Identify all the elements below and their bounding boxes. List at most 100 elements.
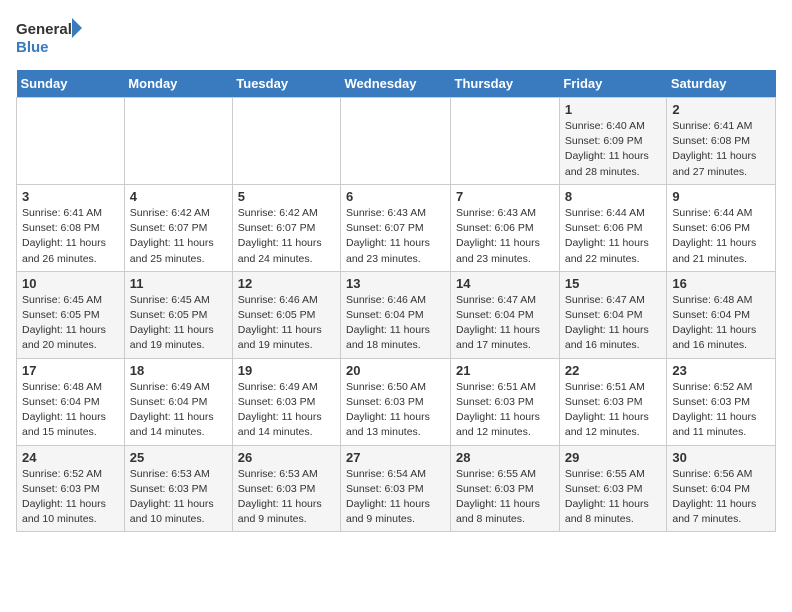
calendar-day-cell: 10 Sunrise: 6:45 AM Sunset: 6:05 PM Dayli… [17, 271, 125, 358]
day-info: Sunrise: 6:44 AM Sunset: 6:06 PM Dayligh… [565, 206, 662, 267]
calendar-day-cell: 18 Sunrise: 6:49 AM Sunset: 6:04 PM Dayli… [124, 358, 232, 445]
day-number: 16 [672, 276, 770, 291]
day-number: 5 [238, 189, 335, 204]
calendar-day-cell: 4 Sunrise: 6:42 AM Sunset: 6:07 PM Daylig… [124, 184, 232, 271]
calendar-day-cell: 9 Sunrise: 6:44 AM Sunset: 6:06 PM Daylig… [667, 184, 776, 271]
calendar-day-cell: 8 Sunrise: 6:44 AM Sunset: 6:06 PM Daylig… [559, 184, 667, 271]
day-number: 22 [565, 363, 662, 378]
day-info: Sunrise: 6:50 AM Sunset: 6:03 PM Dayligh… [346, 380, 445, 441]
day-number: 6 [346, 189, 445, 204]
day-info: Sunrise: 6:53 AM Sunset: 6:03 PM Dayligh… [238, 467, 335, 528]
calendar-day-cell: 2Sunrise: 6:41 AM Sunset: 6:08 PM Daylig… [667, 98, 776, 185]
day-number: 26 [238, 450, 335, 465]
calendar-week-row: 3 Sunrise: 6:41 AM Sunset: 6:08 PM Daylig… [17, 184, 776, 271]
day-number: 15 [565, 276, 662, 291]
day-info: Sunrise: 6:54 AM Sunset: 6:03 PM Dayligh… [346, 467, 445, 528]
day-info: Sunrise: 6:45 AM Sunset: 6:05 PM Dayligh… [130, 293, 227, 354]
day-info: Sunrise: 6:47 AM Sunset: 6:04 PM Dayligh… [456, 293, 554, 354]
calendar-day-cell: 27 Sunrise: 6:54 AM Sunset: 6:03 PM Dayli… [341, 445, 451, 532]
svg-text:General: General [16, 21, 72, 38]
weekday-header: Wednesday [341, 70, 451, 98]
calendar-day-cell: 16 Sunrise: 6:48 AM Sunset: 6:04 PM Dayli… [667, 271, 776, 358]
day-info: Sunrise: 6:55 AM Sunset: 6:03 PM Dayligh… [456, 467, 554, 528]
day-info: Sunrise: 6:53 AM Sunset: 6:03 PM Dayligh… [130, 467, 227, 528]
day-info: Sunrise: 6:52 AM Sunset: 6:03 PM Dayligh… [22, 467, 119, 528]
calendar-day-cell: 11Sunrise: 6:45 AM Sunset: 6:05 PM Dayli… [124, 271, 232, 358]
calendar-day-cell [341, 98, 451, 185]
day-number: 21 [456, 363, 554, 378]
calendar-day-cell: 20 Sunrise: 6:50 AM Sunset: 6:03 PM Dayli… [341, 358, 451, 445]
day-number: 24 [22, 450, 119, 465]
day-number: 8 [565, 189, 662, 204]
weekday-header: Saturday [667, 70, 776, 98]
calendar-table: SundayMondayTuesdayWednesdayThursdayFrid… [16, 70, 776, 532]
day-info: Sunrise: 6:56 AM Sunset: 6:04 PM Dayligh… [672, 467, 770, 528]
logo-svg: General Blue [16, 16, 86, 60]
calendar-day-cell: 6 Sunrise: 6:43 AM Sunset: 6:07 PM Daylig… [341, 184, 451, 271]
day-number: 13 [346, 276, 445, 291]
calendar-day-cell: 26 Sunrise: 6:53 AM Sunset: 6:03 PM Dayli… [232, 445, 340, 532]
day-info: Sunrise: 6:49 AM Sunset: 6:03 PM Dayligh… [238, 380, 335, 441]
calendar-day-cell: 29Sunrise: 6:55 AM Sunset: 6:03 PM Dayli… [559, 445, 667, 532]
calendar-day-cell [124, 98, 232, 185]
day-number: 3 [22, 189, 119, 204]
calendar-day-cell: 19 Sunrise: 6:49 AM Sunset: 6:03 PM Dayli… [232, 358, 340, 445]
day-info: Sunrise: 6:44 AM Sunset: 6:06 PM Dayligh… [672, 206, 770, 267]
day-info: Sunrise: 6:52 AM Sunset: 6:03 PM Dayligh… [672, 380, 770, 441]
day-number: 14 [456, 276, 554, 291]
day-info: Sunrise: 6:51 AM Sunset: 6:03 PM Dayligh… [456, 380, 554, 441]
calendar-day-cell: 25 Sunrise: 6:53 AM Sunset: 6:03 PM Dayli… [124, 445, 232, 532]
day-number: 10 [22, 276, 119, 291]
day-number: 9 [672, 189, 770, 204]
day-number: 7 [456, 189, 554, 204]
calendar-day-cell: 15 Sunrise: 6:47 AM Sunset: 6:04 PM Dayli… [559, 271, 667, 358]
day-number: 30 [672, 450, 770, 465]
calendar-day-cell: 30 Sunrise: 6:56 AM Sunset: 6:04 PM Dayli… [667, 445, 776, 532]
day-info: Sunrise: 6:46 AM Sunset: 6:05 PM Dayligh… [238, 293, 335, 354]
day-number: 27 [346, 450, 445, 465]
weekday-header: Sunday [17, 70, 125, 98]
weekday-header: Thursday [451, 70, 560, 98]
day-info: Sunrise: 6:49 AM Sunset: 6:04 PM Dayligh… [130, 380, 227, 441]
day-number: 19 [238, 363, 335, 378]
calendar-day-cell [232, 98, 340, 185]
calendar-week-row: 17Sunrise: 6:48 AM Sunset: 6:04 PM Dayli… [17, 358, 776, 445]
calendar-day-cell: 28 Sunrise: 6:55 AM Sunset: 6:03 PM Dayli… [451, 445, 560, 532]
calendar-day-cell: 13 Sunrise: 6:46 AM Sunset: 6:04 PM Dayli… [341, 271, 451, 358]
calendar-day-cell [17, 98, 125, 185]
calendar-week-row: 1 Sunrise: 6:40 AM Sunset: 6:09 PM Daylig… [17, 98, 776, 185]
day-info: Sunrise: 6:40 AM Sunset: 6:09 PM Dayligh… [565, 119, 662, 180]
day-info: Sunrise: 6:47 AM Sunset: 6:04 PM Dayligh… [565, 293, 662, 354]
day-number: 1 [565, 102, 662, 117]
day-number: 4 [130, 189, 227, 204]
day-number: 12 [238, 276, 335, 291]
day-info: Sunrise: 6:42 AM Sunset: 6:07 PM Dayligh… [238, 206, 335, 267]
weekday-header: Monday [124, 70, 232, 98]
day-info: Sunrise: 6:48 AM Sunset: 6:04 PM Dayligh… [672, 293, 770, 354]
day-number: 25 [130, 450, 227, 465]
page-header: General Blue [16, 16, 776, 60]
calendar-day-cell: 5 Sunrise: 6:42 AM Sunset: 6:07 PM Daylig… [232, 184, 340, 271]
day-info: Sunrise: 6:43 AM Sunset: 6:06 PM Dayligh… [456, 206, 554, 267]
day-number: 17 [22, 363, 119, 378]
weekday-header-row: SundayMondayTuesdayWednesdayThursdayFrid… [17, 70, 776, 98]
logo: General Blue [16, 16, 86, 60]
day-info: Sunrise: 6:41 AM Sunset: 6:08 PM Dayligh… [22, 206, 119, 267]
calendar-day-cell: 12 Sunrise: 6:46 AM Sunset: 6:05 PM Dayli… [232, 271, 340, 358]
calendar-day-cell [451, 98, 560, 185]
day-number: 28 [456, 450, 554, 465]
day-info: Sunrise: 6:41 AM Sunset: 6:08 PM Dayligh… [672, 119, 770, 180]
day-info: Sunrise: 6:42 AM Sunset: 6:07 PM Dayligh… [130, 206, 227, 267]
day-number: 18 [130, 363, 227, 378]
day-info: Sunrise: 6:51 AM Sunset: 6:03 PM Dayligh… [565, 380, 662, 441]
svg-text:Blue: Blue [16, 39, 49, 56]
day-info: Sunrise: 6:43 AM Sunset: 6:07 PM Dayligh… [346, 206, 445, 267]
calendar-day-cell: 1 Sunrise: 6:40 AM Sunset: 6:09 PM Daylig… [559, 98, 667, 185]
day-number: 20 [346, 363, 445, 378]
weekday-header: Friday [559, 70, 667, 98]
day-info: Sunrise: 6:45 AM Sunset: 6:05 PM Dayligh… [22, 293, 119, 354]
day-number: 23 [672, 363, 770, 378]
calendar-day-cell: 17Sunrise: 6:48 AM Sunset: 6:04 PM Dayli… [17, 358, 125, 445]
calendar-week-row: 24 Sunrise: 6:52 AM Sunset: 6:03 PM Dayli… [17, 445, 776, 532]
day-info: Sunrise: 6:46 AM Sunset: 6:04 PM Dayligh… [346, 293, 445, 354]
